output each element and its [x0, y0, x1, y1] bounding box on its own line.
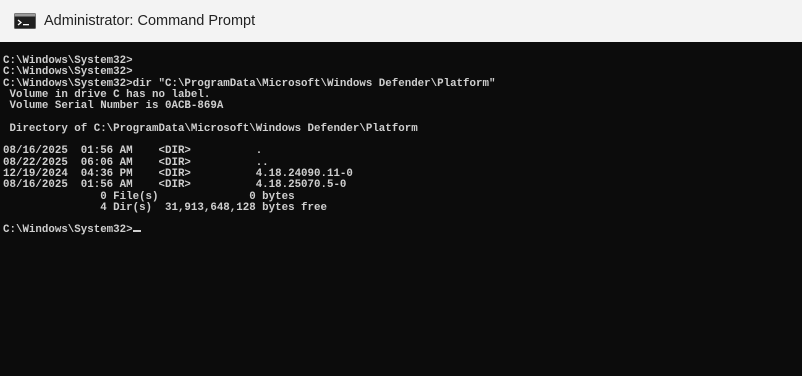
title-bar[interactable]: Administrator: Command Prompt	[0, 0, 802, 42]
cmd-icon	[14, 13, 36, 29]
console-text: C:\Windows\System32> C:\Windows\System32>…	[3, 55, 495, 237]
console-prompt: C:\Windows\System32>	[3, 224, 133, 237]
window-title: Administrator: Command Prompt	[44, 13, 256, 29]
console-line: C:\Windows\System32>	[3, 66, 133, 79]
console-line: 08/16/2025 01:56 AM <DIR> .	[3, 145, 263, 158]
text-cursor	[132, 230, 141, 233]
console-line: 08/16/2025 01:56 AM <DIR> 4.18.25070.5-0	[3, 179, 347, 192]
console-line: Directory of C:\ProgramData\Microsoft\Wi…	[3, 122, 418, 135]
console-prompt-line[interactable]: C:\Windows\System32>	[3, 225, 495, 236]
console-line: 4 Dir(s) 31,913,648,128 bytes free	[3, 201, 327, 214]
command-prompt-window: Administrator: Command Prompt C:\Windows…	[0, 0, 802, 376]
console-output[interactable]: C:\Windows\System32> C:\Windows\System32>…	[0, 42, 802, 376]
console-line: Volume Serial Number is 0ACB-869A	[3, 100, 224, 113]
